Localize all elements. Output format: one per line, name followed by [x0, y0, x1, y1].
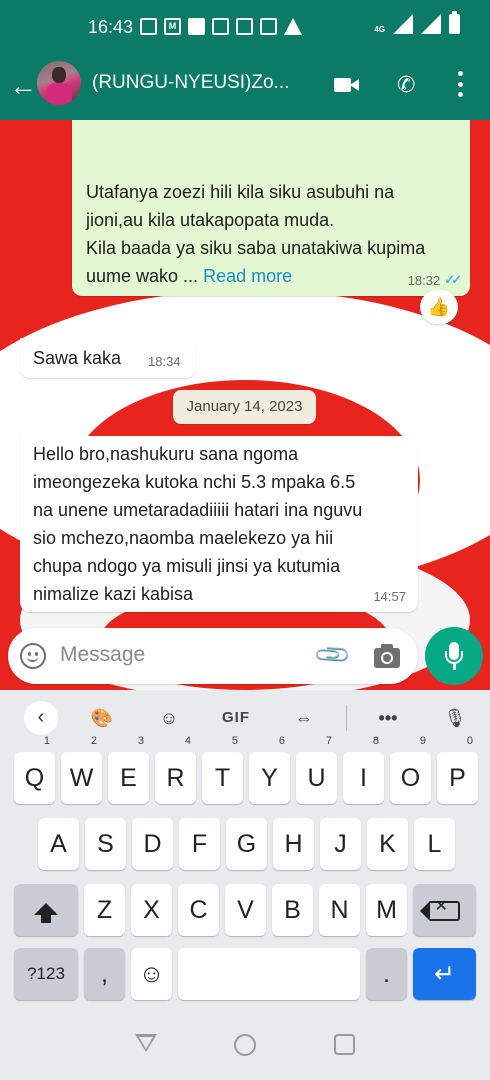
key-y[interactable]: Y6 [249, 736, 290, 804]
nav-recents-icon[interactable] [334, 1034, 355, 1055]
key-f[interactable]: F [179, 818, 220, 870]
voice-call-icon[interactable]: ✆ [397, 73, 415, 97]
key-o[interactable]: O9 [390, 736, 431, 804]
enter-key[interactable]: ↵ [413, 948, 476, 1000]
thumbs-up-reaction[interactable]: 👍 [420, 290, 458, 324]
key-h[interactable]: H [273, 818, 314, 870]
key-l[interactable]: L [414, 818, 455, 870]
message-text: Utafanya zoezi hili kila siku asubuhi na… [86, 182, 426, 286]
signal-icon [421, 14, 441, 34]
key-b[interactable]: B [272, 884, 313, 936]
shift-icon [34, 903, 58, 923]
keyboard-toolbar: ‹ 🎨 ☺ GIF ⇔ ••• 🎙 [0, 690, 490, 746]
navigation-bar [0, 1010, 490, 1080]
status-bar: 16:43 M 4G [0, 0, 490, 58]
key-t[interactable]: T5 [202, 736, 243, 804]
more-options-icon[interactable] [456, 71, 464, 97]
gallery-icon [140, 18, 157, 35]
key-k[interactable]: K [367, 818, 408, 870]
read-receipt-icon: ✓✓ [444, 272, 462, 287]
key-r[interactable]: R4 [155, 736, 196, 804]
more-icon[interactable]: ••• [372, 702, 404, 734]
backspace-key[interactable] [413, 884, 476, 936]
attach-icon[interactable]: 📎 [312, 635, 354, 677]
key-q[interactable]: Q1 [14, 736, 55, 804]
message-time: 14:57 [373, 589, 406, 604]
outgoing-message[interactable]: Utafanya zoezi hili kila siku asubuhi na… [72, 120, 470, 296]
comma-key[interactable]: , [84, 948, 125, 1000]
key-u[interactable]: U7 [296, 736, 337, 804]
key-a[interactable]: A [38, 818, 79, 870]
id-card-icon [212, 18, 229, 35]
key-s[interactable]: S [85, 818, 126, 870]
collapse-icon[interactable]: ‹ [24, 701, 58, 735]
mic-icon[interactable]: 🎙 [443, 702, 467, 734]
keyboard: ‹ 🎨 ☺ GIF ⇔ ••• 🎙 Q1 W2 E3 R4 T5 Y6 U7 I… [0, 690, 490, 1010]
nav-home-icon[interactable] [234, 1034, 256, 1056]
key-m[interactable]: M [366, 884, 407, 936]
warning-icon [284, 18, 302, 35]
incoming-message[interactable]: Sawa kaka 18:34 [20, 338, 196, 378]
key-c[interactable]: C [178, 884, 219, 936]
chat-header: ← (RUNGU-NYEUSI)Zo... ✆ [0, 58, 490, 120]
mic-button[interactable] [425, 627, 483, 685]
key-g[interactable]: G [226, 818, 267, 870]
message-time: 18:34 [148, 354, 181, 369]
message-placeholder[interactable]: Message [60, 643, 145, 667]
toolbar-divider [346, 705, 347, 731]
network-type: 4G [374, 25, 385, 34]
cursor-icon[interactable]: ⇔ [290, 702, 318, 734]
chat-area[interactable]: Utafanya zoezi hili kila siku asubuhi na… [0, 120, 490, 690]
key-w[interactable]: W2 [61, 736, 102, 804]
message-time: 18:32 [407, 272, 441, 288]
nav-back-icon[interactable] [135, 1034, 157, 1052]
backspace-icon [419, 897, 460, 921]
phone-alert-icon [260, 18, 277, 35]
message-text: Sawa kaka [33, 348, 122, 368]
shift-key[interactable] [14, 884, 78, 936]
composer: Message 📎 [0, 620, 490, 690]
chat-title[interactable]: (RUNGU-NYEUSI)Zo... [92, 72, 289, 94]
incoming-message[interactable]: Hello bro,nashukuru sana ngoma imeongeze… [20, 436, 418, 612]
battery-icon [449, 11, 460, 34]
id-card-icon [236, 18, 253, 35]
back-arrow-icon[interactable]: ← [8, 70, 38, 102]
status-time: 16:43 [88, 17, 134, 37]
read-more-link[interactable]: Read more [203, 266, 292, 286]
symbols-key[interactable]: ?123 [14, 948, 78, 1000]
signal-icon [393, 14, 413, 34]
key-z[interactable]: Z [84, 884, 125, 936]
notification-icons: M [140, 18, 302, 35]
key-e[interactable]: E3 [108, 736, 149, 804]
key-v[interactable]: V [225, 884, 266, 936]
video-call-icon[interactable] [334, 75, 360, 95]
avatar[interactable] [37, 61, 81, 105]
gif-button[interactable]: GIF [218, 702, 254, 734]
key-j[interactable]: J [320, 818, 361, 870]
message-text: Hello bro,nashukuru sana ngoma imeongeze… [33, 444, 363, 604]
image-icon [188, 18, 205, 35]
date-separator: January 14, 2023 [173, 390, 316, 424]
period-key[interactable]: . [366, 948, 407, 1000]
message-meta: 18:32 ✓✓ [407, 272, 462, 288]
emoji-key-icon[interactable]: ☺ [131, 948, 172, 1000]
key-d[interactable]: D [132, 818, 173, 870]
key-x[interactable]: X [131, 884, 172, 936]
sticker-icon[interactable]: ☺ [155, 702, 183, 734]
palette-icon[interactable]: 🎨 [88, 702, 116, 734]
key-p[interactable]: P0 [437, 736, 478, 804]
key-n[interactable]: N [319, 884, 360, 936]
space-key[interactable] [178, 948, 360, 1000]
camera-icon[interactable] [374, 644, 400, 668]
key-i[interactable]: I8 [343, 736, 384, 804]
emoji-icon[interactable] [20, 643, 46, 669]
message-input[interactable]: Message 📎 [8, 628, 418, 684]
gmail-icon: M [164, 18, 181, 35]
